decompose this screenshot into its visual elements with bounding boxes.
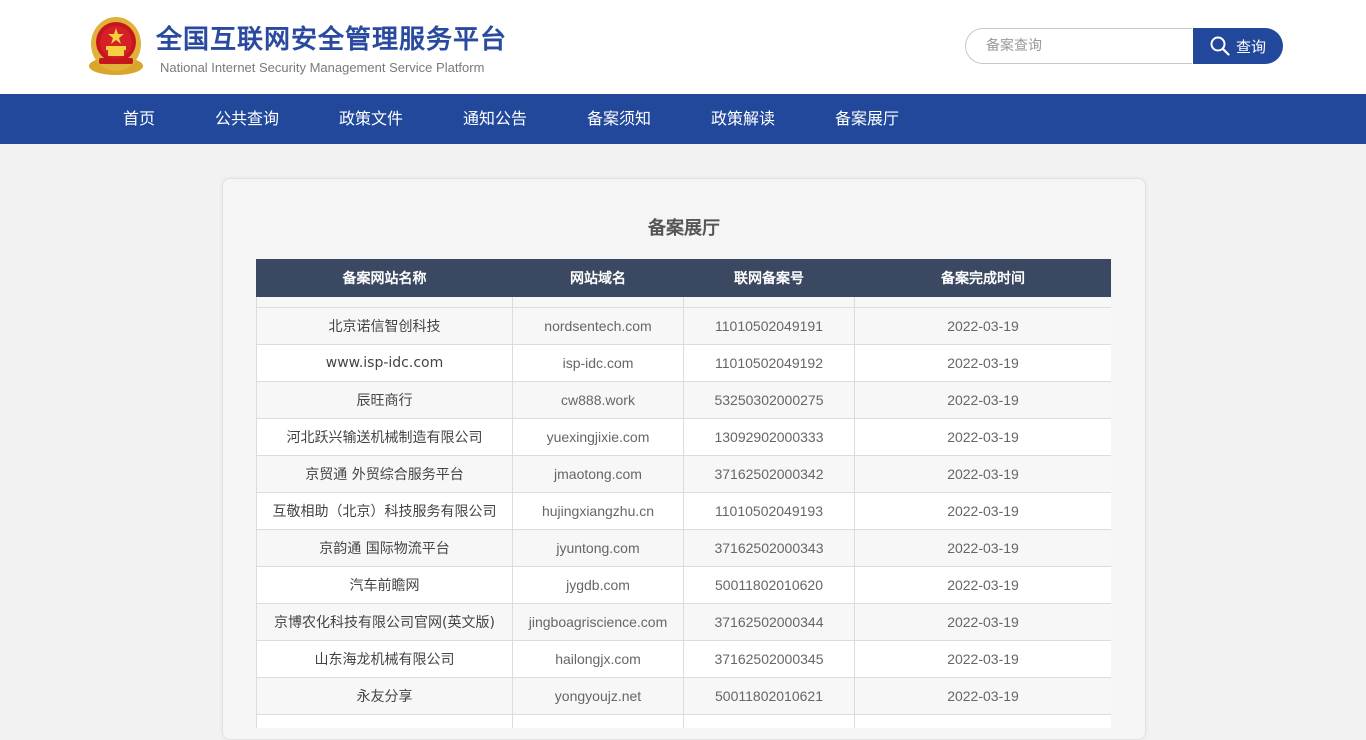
record-number-cell: 37162502000343: [683, 529, 855, 567]
column-header-completion-date: 备案完成时间: [854, 259, 1111, 297]
site-name-cell: www.isp-idc.com: [256, 344, 513, 382]
table-cell: [512, 714, 684, 728]
domain-cell: jingboagriscience.com: [512, 603, 684, 641]
table-cell: [854, 296, 1111, 308]
search-button[interactable]: 查询: [1193, 28, 1283, 64]
table-row: 京贸通 外贸综合服务平台 jmaotong.com 37162502000342…: [256, 455, 1111, 493]
nav-item-policy-documents[interactable]: 政策文件: [339, 94, 403, 144]
table-row: 辰旺商行 cw888.work 53250302000275 2022-03-1…: [256, 381, 1111, 419]
site-name-cell: 河北跃兴输送机械制造有限公司: [256, 418, 513, 456]
record-number-cell: 13092902000333: [683, 418, 855, 456]
record-number-cell: 50011802010621: [683, 677, 855, 715]
search-icon: [1210, 36, 1230, 56]
site-name-cell: 北京诺信智创科技: [256, 307, 513, 345]
nav-item-filing-hall[interactable]: 备案展厅: [835, 94, 899, 144]
table-row: 河北跃兴输送机械制造有限公司 yuexingjixie.com 13092902…: [256, 418, 1111, 456]
record-number-cell: 11010502049193: [683, 492, 855, 530]
nav-item-filing-guide[interactable]: 备案须知: [587, 94, 651, 144]
record-number-cell: 53250302000275: [683, 381, 855, 419]
domain-cell: jyuntong.com: [512, 529, 684, 567]
record-number-cell: 37162502000342: [683, 455, 855, 493]
table-row: 京博农化科技有限公司官网(英文版) jingboagriscience.com …: [256, 603, 1111, 641]
domain-cell: nordsentech.com: [512, 307, 684, 345]
site-name-cell: 京贸通 外贸综合服务平台: [256, 455, 513, 493]
domain-cell: yongyoujz.net: [512, 677, 684, 715]
site-name-cell: 互敬相助（北京）科技服务有限公司: [256, 492, 513, 530]
nav-item-home[interactable]: 首页: [123, 94, 155, 144]
table-row: 北京诺信智创科技 nordsentech.com 11010502049191 …: [256, 307, 1111, 345]
table-row-partial: [256, 714, 1111, 728]
table-header-row: 备案网站名称 网站域名 联网备案号 备案完成时间: [256, 259, 1111, 297]
domain-cell: jmaotong.com: [512, 455, 684, 493]
search-input[interactable]: [986, 29, 1186, 63]
site-title: 全国互联网安全管理服务平台: [156, 25, 508, 55]
completion-date-cell: 2022-03-19: [854, 344, 1111, 382]
national-emblem-icon[interactable]: [87, 14, 145, 76]
completion-date-cell: 2022-03-19: [854, 677, 1111, 715]
domain-cell: jygdb.com: [512, 566, 684, 604]
record-number-cell: 50011802010620: [683, 566, 855, 604]
domain-cell: cw888.work: [512, 381, 684, 419]
completion-date-cell: 2022-03-19: [854, 603, 1111, 641]
record-number-cell: 37162502000344: [683, 603, 855, 641]
table-row: 互敬相助（北京）科技服务有限公司 hujingxiangzhu.cn 11010…: [256, 492, 1111, 530]
table-row: 永友分享 yongyoujz.net 50011802010621 2022-0…: [256, 677, 1111, 715]
records-table-container[interactable]: 备案网站名称 网站域名 联网备案号 备案完成时间 北京诺信智创科技 nordse…: [256, 259, 1111, 728]
table-cell: [683, 714, 855, 728]
site-subtitle: National Internet Security Management Se…: [160, 60, 485, 75]
record-number-cell: 11010502049192: [683, 344, 855, 382]
nav-item-public-query[interactable]: 公共查询: [215, 94, 279, 144]
table-cell: [512, 296, 684, 308]
site-header: 全国互联网安全管理服务平台 National Internet Security…: [0, 0, 1366, 94]
page-title: 备案展厅: [648, 218, 720, 239]
site-name-cell: 永友分享: [256, 677, 513, 715]
main-navigation: 首页 公共查询 政策文件 通知公告 备案须知 政策解读 备案展厅: [0, 94, 1366, 144]
column-header-site-name: 备案网站名称: [256, 259, 513, 297]
table-row: 京韵通 国际物流平台 jyuntong.com 37162502000343 2…: [256, 529, 1111, 567]
record-number-cell: 37162502000345: [683, 640, 855, 678]
table-row: 山东海龙机械有限公司 hailongjx.com 37162502000345 …: [256, 640, 1111, 678]
search-button-label: 查询: [1235, 37, 1266, 56]
completion-date-cell: 2022-03-19: [854, 455, 1111, 493]
site-name-cell: 京韵通 国际物流平台: [256, 529, 513, 567]
table-cell: [256, 714, 513, 728]
table-cell: [683, 296, 855, 308]
domain-cell: hujingxiangzhu.cn: [512, 492, 684, 530]
domain-cell: isp-idc.com: [512, 344, 684, 382]
completion-date-cell: 2022-03-19: [854, 381, 1111, 419]
column-header-domain: 网站域名: [512, 259, 684, 297]
completion-date-cell: 2022-03-19: [854, 492, 1111, 530]
domain-cell: yuexingjixie.com: [512, 418, 684, 456]
records-table: 备案网站名称 网站域名 联网备案号 备案完成时间 北京诺信智创科技 nordse…: [256, 259, 1111, 728]
completion-date-cell: 2022-03-19: [854, 566, 1111, 604]
table-row: www.isp-idc.com isp-idc.com 110105020491…: [256, 344, 1111, 382]
search-box: [965, 28, 1192, 64]
completion-date-cell: 2022-03-19: [854, 307, 1111, 345]
site-name-cell: 京博农化科技有限公司官网(英文版): [256, 603, 513, 641]
record-number-cell: 11010502049191: [683, 307, 855, 345]
completion-date-cell: 2022-03-19: [854, 529, 1111, 567]
site-name-cell: 山东海龙机械有限公司: [256, 640, 513, 678]
domain-cell: hailongjx.com: [512, 640, 684, 678]
nav-item-policy-interpretation[interactable]: 政策解读: [711, 94, 775, 144]
completion-date-cell: 2022-03-19: [854, 640, 1111, 678]
table-cell: [854, 714, 1111, 728]
table-row-partial: [256, 296, 1111, 308]
site-name-cell: 辰旺商行: [256, 381, 513, 419]
nav-item-notices[interactable]: 通知公告: [463, 94, 527, 144]
column-header-record-number: 联网备案号: [683, 259, 855, 297]
table-cell: [256, 296, 513, 308]
table-row: 汽车前瞻网 jygdb.com 50011802010620 2022-03-1…: [256, 566, 1111, 604]
site-name-cell: 汽车前瞻网: [256, 566, 513, 604]
completion-date-cell: 2022-03-19: [854, 418, 1111, 456]
